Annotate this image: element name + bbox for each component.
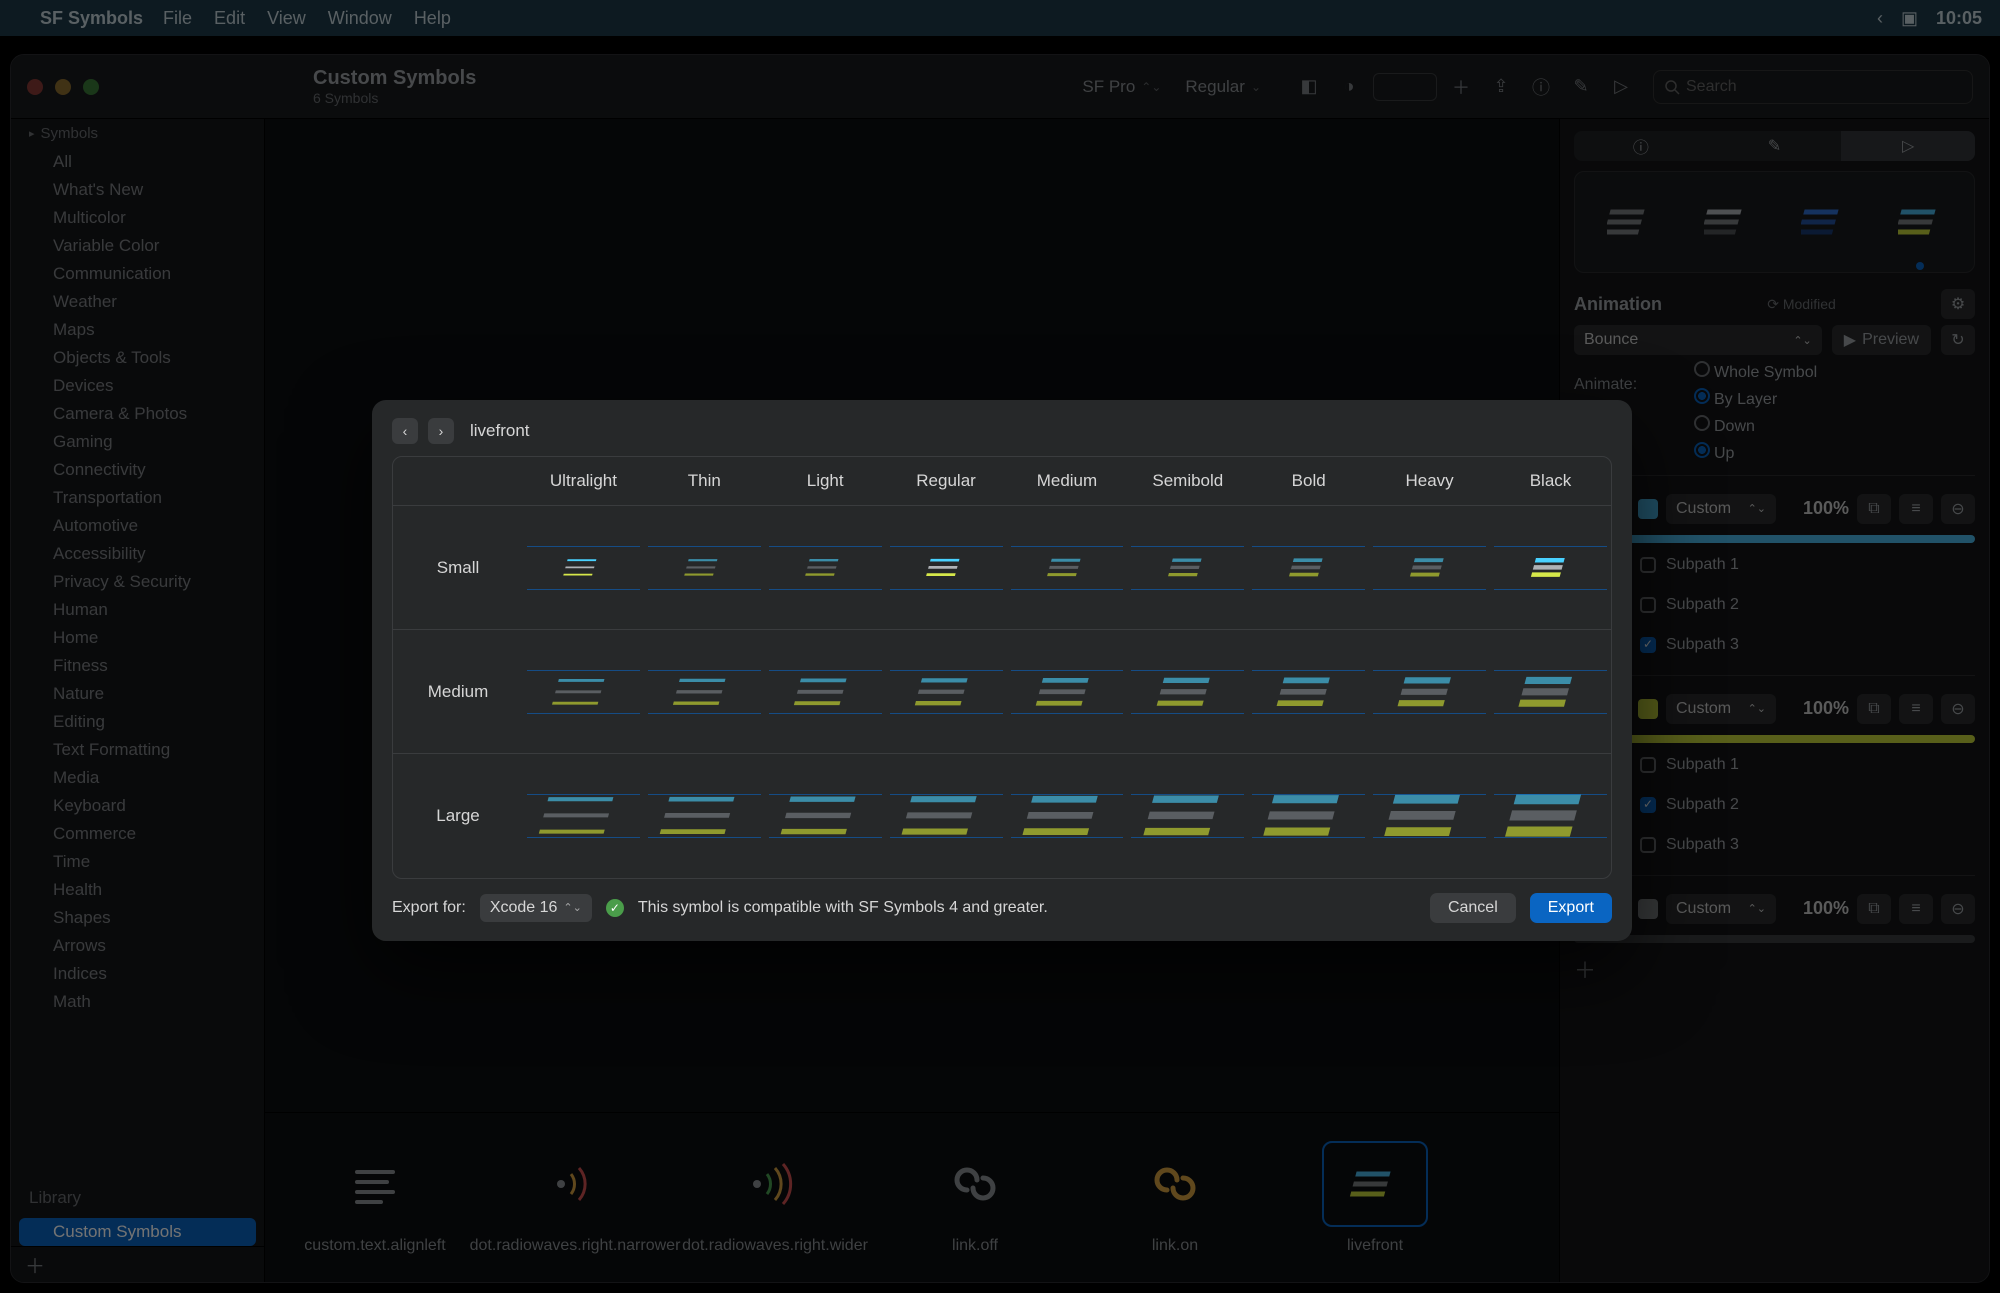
size-header: Large — [393, 754, 523, 878]
cancel-button[interactable]: Cancel — [1430, 893, 1516, 923]
grid-cell[interactable] — [1369, 630, 1490, 754]
grid-cell[interactable] — [886, 506, 1007, 630]
weight-header: Thin — [644, 457, 765, 506]
export-target-select[interactable]: Xcode 16⌃⌄ — [480, 894, 592, 922]
modal-title: livefront — [470, 421, 530, 441]
grid-cell[interactable] — [1490, 754, 1611, 878]
size-header: Medium — [393, 630, 523, 754]
weight-header: Ultralight — [523, 457, 644, 506]
grid-cell[interactable] — [1369, 754, 1490, 878]
checkmark-icon: ✓ — [606, 899, 624, 917]
grid-cell[interactable] — [1248, 630, 1369, 754]
size-header: Small — [393, 506, 523, 630]
weight-header: Semibold — [1127, 457, 1248, 506]
weight-size-grid: UltralightThinLightRegularMediumSemibold… — [392, 456, 1612, 879]
grid-cell[interactable] — [1007, 754, 1128, 878]
grid-cell[interactable] — [1490, 630, 1611, 754]
grid-cell[interactable] — [1248, 506, 1369, 630]
weight-header: Heavy — [1369, 457, 1490, 506]
grid-cell[interactable] — [523, 754, 644, 878]
grid-cell[interactable] — [886, 630, 1007, 754]
grid-cell[interactable] — [1127, 754, 1248, 878]
nav-forward-button[interactable]: › — [428, 418, 454, 444]
compat-text: This symbol is compatible with SF Symbol… — [638, 899, 1048, 917]
export-for-label: Export for: — [392, 899, 466, 917]
grid-cell[interactable] — [644, 506, 765, 630]
grid-cell[interactable] — [1248, 754, 1369, 878]
export-modal: ‹ › livefront UltralightThinLightRegular… — [372, 400, 1632, 941]
weight-header: Regular — [886, 457, 1007, 506]
grid-cell[interactable] — [765, 630, 886, 754]
grid-cell[interactable] — [644, 754, 765, 878]
export-button[interactable]: Export — [1530, 893, 1612, 923]
grid-cell[interactable] — [886, 754, 1007, 878]
grid-cell[interactable] — [644, 630, 765, 754]
weight-header: Medium — [1007, 457, 1128, 506]
grid-cell[interactable] — [1490, 506, 1611, 630]
grid-cell[interactable] — [1007, 506, 1128, 630]
grid-cell[interactable] — [523, 630, 644, 754]
grid-cell[interactable] — [1007, 630, 1128, 754]
nav-back-button[interactable]: ‹ — [392, 418, 418, 444]
grid-cell[interactable] — [1127, 630, 1248, 754]
grid-cell[interactable] — [523, 506, 644, 630]
grid-cell[interactable] — [765, 506, 886, 630]
weight-header: Black — [1490, 457, 1611, 506]
grid-cell[interactable] — [765, 754, 886, 878]
grid-cell[interactable] — [1127, 506, 1248, 630]
weight-header: Light — [765, 457, 886, 506]
weight-header: Bold — [1248, 457, 1369, 506]
grid-cell[interactable] — [1369, 506, 1490, 630]
